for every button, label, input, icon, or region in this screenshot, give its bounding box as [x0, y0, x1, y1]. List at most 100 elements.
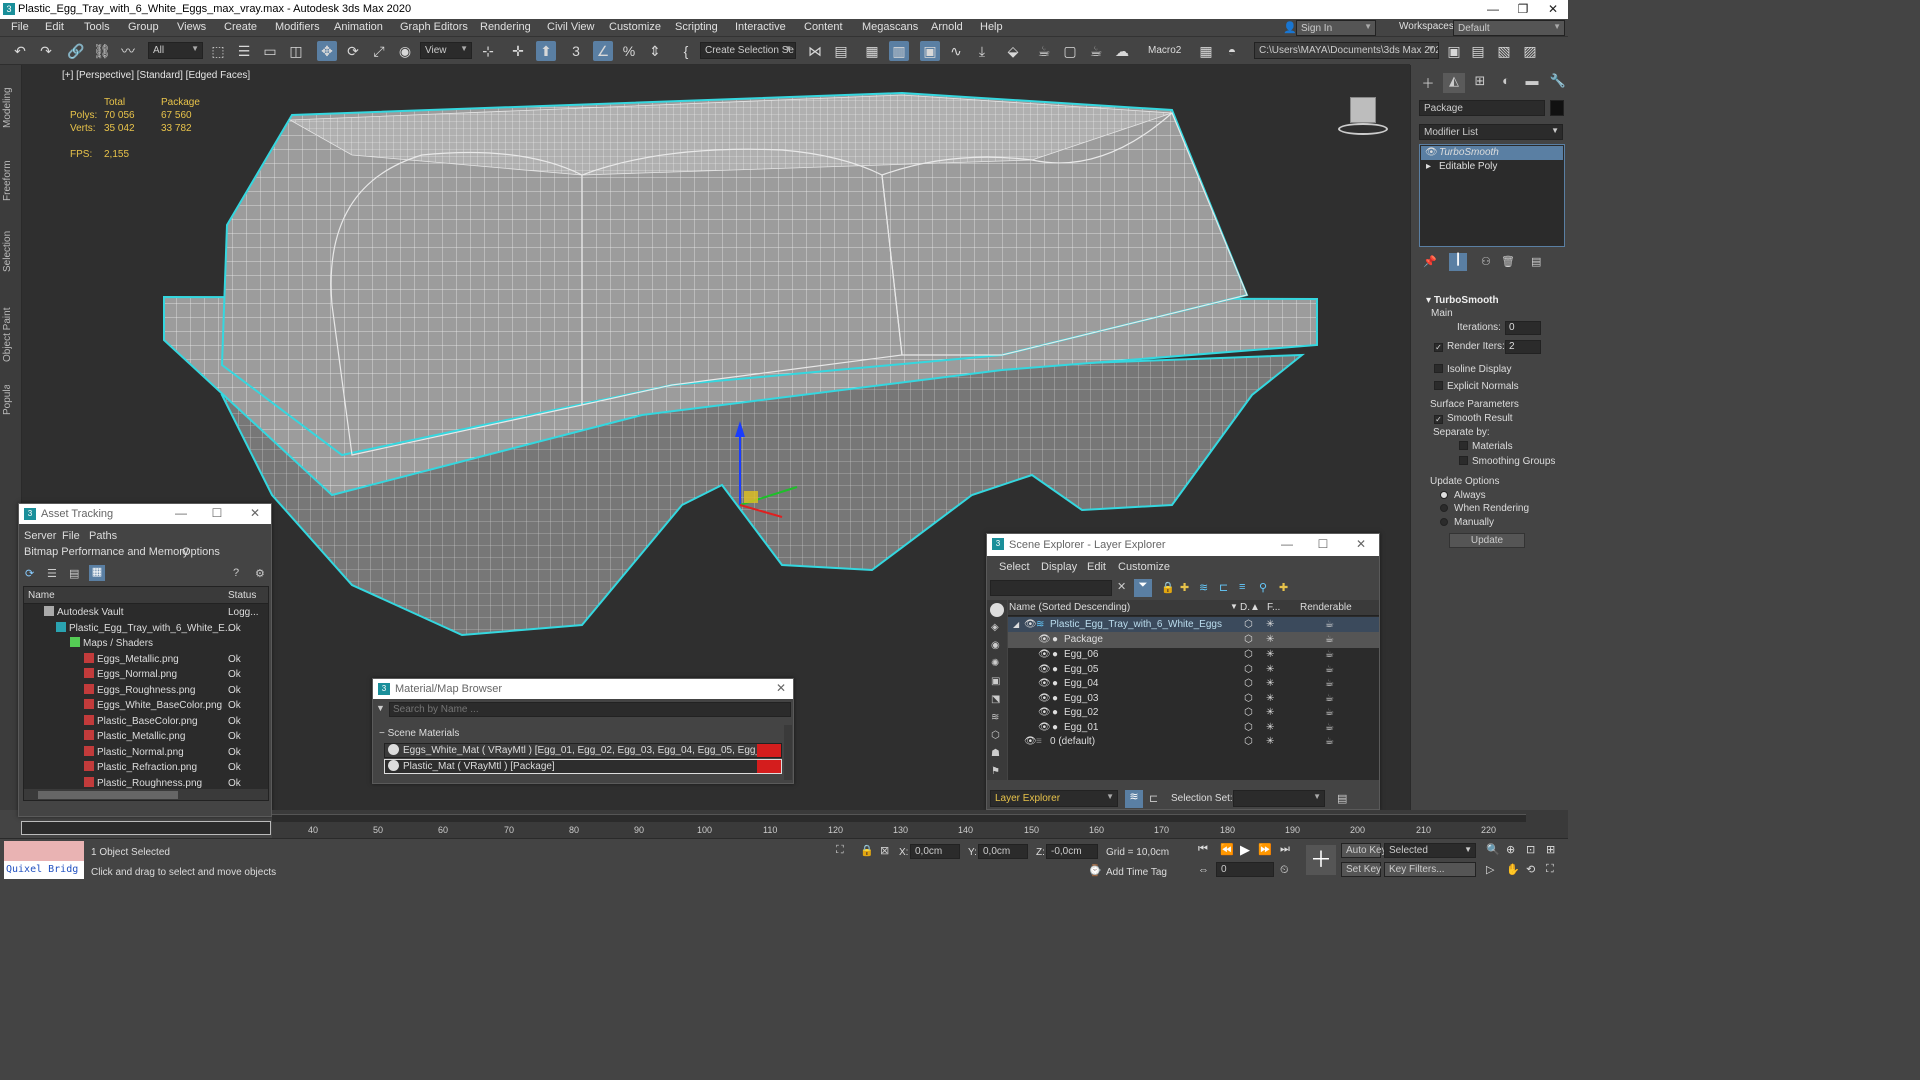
set-key-button[interactable]: Set Key: [1341, 862, 1381, 877]
renderable-icon[interactable]: ☕: [1325, 632, 1334, 647]
selection-lock-icon[interactable]: 🔒: [860, 844, 874, 857]
eye-icon[interactable]: 👁: [1024, 734, 1037, 749]
menu-tools[interactable]: Tools: [84, 21, 110, 33]
sort-arrow-icon[interactable]: ▼: [1230, 602, 1238, 611]
asset-row[interactable]: Plastic_Normal.png: [84, 745, 184, 761]
material-search-input[interactable]: [389, 702, 791, 717]
freeze-toggle-icon[interactable]: ✳: [1266, 720, 1274, 735]
freeze-toggle-icon[interactable]: ✳: [1266, 617, 1274, 632]
eye-icon[interactable]: 👁: [1038, 705, 1051, 720]
edit-named-selection-icon[interactable]: {: [676, 41, 696, 61]
menu-interactive[interactable]: Interactive: [735, 21, 786, 33]
curve-editor-icon[interactable]: ∿: [946, 41, 966, 61]
toggle-scene-explorer-icon[interactable]: ▦: [862, 41, 882, 61]
eye-icon[interactable]: 👁: [1038, 632, 1051, 647]
highlight-icon[interactable]: ✚: [1279, 581, 1288, 594]
tab-object-paint[interactable]: Object Paint: [2, 301, 20, 369]
remove-modifier-icon[interactable]: 🗑: [1501, 255, 1515, 268]
add-time-tag-label[interactable]: Add Time Tag: [1106, 867, 1167, 878]
zoom-extents-all-icon[interactable]: ⊞: [1546, 843, 1555, 856]
tab-modeling[interactable]: Modeling: [2, 77, 20, 139]
macro-grid-icon[interactable]: ▦: [1196, 41, 1216, 61]
expand-icon[interactable]: ▸: [1426, 160, 1431, 174]
display-toggle-icon[interactable]: ⬡: [1244, 617, 1253, 632]
material-browser-titlebar[interactable]: 3 Material/Map Browser ✕: [373, 679, 793, 699]
detail-view-icon[interactable]: ▤: [69, 567, 79, 580]
layers-toggle-icon[interactable]: ≋: [1125, 790, 1143, 808]
xref-icon[interactable]: ⚑: [991, 766, 1000, 777]
sign-in-dropdown[interactable]: Sign In ▼: [1296, 20, 1376, 36]
pin-stack-icon[interactable]: 📌: [1423, 255, 1437, 268]
bind-space-warp-icon[interactable]: 〰: [118, 41, 138, 61]
separate-smoothing-groups-checkbox[interactable]: Smoothing Groups: [1459, 456, 1555, 467]
project-open-icon[interactable]: ▨: [1520, 41, 1540, 61]
layers-icon[interactable]: ≋: [1199, 581, 1208, 594]
eye-icon[interactable]: 👁: [1038, 676, 1051, 691]
link-layers-icon[interactable]: ⚲: [1259, 581, 1267, 594]
scene-materials-group[interactable]: − Scene Materials: [379, 728, 459, 739]
asset-row[interactable]: Plastic_Egg_Tray_with_6_White_E...: [56, 621, 233, 637]
lights-icon[interactable]: ✺: [991, 658, 999, 669]
update-when-rendering-radio[interactable]: When Rendering: [1440, 503, 1529, 514]
asset-row[interactable]: Eggs_White_BaseColor.png: [84, 698, 222, 714]
goto-start-icon[interactable]: ⏮: [1198, 843, 1208, 856]
workspace-dropdown[interactable]: Default ▼: [1453, 20, 1565, 36]
make-unique-icon[interactable]: ⚇: [1481, 255, 1491, 268]
project-folder-dropdown[interactable]: C:\Users\MAYA\Documents\3ds Max 2020 ▼: [1254, 42, 1439, 59]
toggle-layer-explorer-icon[interactable]: ▥: [889, 41, 909, 61]
window-crossing-icon[interactable]: ◫: [286, 41, 306, 61]
snaps-toggle-icon[interactable]: 3: [566, 41, 586, 61]
explorer-menu-display[interactable]: Display: [1041, 561, 1077, 573]
freeze-toggle-icon[interactable]: ✳: [1266, 662, 1274, 677]
menu-civil-view[interactable]: Civil View: [547, 21, 594, 33]
absolute-transform-icon[interactable]: ⊠: [880, 844, 889, 857]
spinner-snap-icon[interactable]: ⇕: [645, 41, 665, 61]
time-tag-icon[interactable]: ⌚: [1088, 864, 1102, 877]
close-button[interactable]: ✕: [1538, 0, 1568, 19]
modifier-list-dropdown[interactable]: Modifier List ▼: [1419, 124, 1563, 140]
menu-graph-editors[interactable]: Graph Editors: [400, 21, 468, 33]
asset-row[interactable]: Eggs_Metallic.png: [84, 652, 179, 668]
menu-modifiers[interactable]: Modifiers: [275, 21, 320, 33]
display-toggle-icon[interactable]: ⬡: [1244, 647, 1253, 662]
display-all-icon[interactable]: [990, 603, 1004, 617]
layer-row[interactable]: ◢ 👁 ≋ Plastic_Egg_Tray_with_6_White_Eggs…: [1008, 617, 1379, 633]
select-by-name-icon[interactable]: ☰: [234, 41, 254, 61]
set-key-big-icon[interactable]: ＋: [1306, 845, 1336, 875]
asset-row[interactable]: Eggs_Normal.png: [84, 667, 177, 683]
render-setup-icon[interactable]: ☕: [1034, 41, 1054, 61]
browser-options-icon[interactable]: ▼: [376, 703, 385, 713]
renderable-icon[interactable]: ☕: [1325, 691, 1334, 706]
close-icon[interactable]: ✕: [245, 506, 265, 520]
helpers-icon[interactable]: ⬔: [991, 694, 1000, 705]
eye-icon[interactable]: 👁: [1038, 662, 1051, 677]
viewcube-compass-ring[interactable]: [1338, 123, 1388, 135]
display-toggle-icon[interactable]: ⬡: [1244, 662, 1253, 677]
col-display[interactable]: D.▲: [1240, 602, 1260, 613]
object-row-egg-06[interactable]: 👁 ● Egg_06 ⬡ ✳ ☕: [1008, 647, 1379, 663]
asset-row[interactable]: Plastic_Metallic.png: [84, 729, 185, 745]
selection-filter-dropdown[interactable]: All ▼: [148, 42, 203, 59]
col-name-sorted[interactable]: Name (Sorted Descending): [1009, 602, 1130, 613]
asset-menu-paths[interactable]: Paths: [89, 530, 117, 542]
goto-end-icon[interactable]: ⏭: [1280, 843, 1290, 856]
clear-search-icon[interactable]: ✕: [1117, 580, 1126, 593]
maximize-icon[interactable]: ☐: [1313, 537, 1333, 551]
material-item[interactable]: Plastic_Mat ( VRayMtl ) [Package]: [384, 759, 782, 774]
explorer-type-dropdown[interactable]: Layer Explorer ▼: [990, 790, 1118, 807]
display-toggle-icon[interactable]: ⬡: [1244, 734, 1253, 749]
render-iters-checkbox[interactable]: ✓ Render Iters:: [1434, 341, 1505, 352]
settings-icon[interactable]: ⚙: [255, 567, 265, 580]
lock-icon[interactable]: 🔒: [1161, 581, 1175, 594]
update-always-radio[interactable]: Always: [1440, 490, 1486, 501]
key-mode-icon[interactable]: ⇔: [1198, 864, 1209, 876]
project-folder-icon[interactable]: ▣: [1444, 41, 1464, 61]
explorer-menu-edit[interactable]: Edit: [1087, 561, 1106, 573]
object-row-egg-03[interactable]: 👁 ● Egg_03 ⬡ ✳ ☕: [1008, 691, 1379, 707]
freeze-toggle-icon[interactable]: ✳: [1266, 705, 1274, 720]
prev-frame-icon[interactable]: ⏪: [1220, 843, 1234, 856]
key-mode-dropdown[interactable]: Selected ▼: [1384, 843, 1476, 858]
viewcube-box[interactable]: [1350, 97, 1376, 123]
time-configuration-icon[interactable]: ⏲: [1280, 864, 1289, 877]
asset-menu-file[interactable]: File: [62, 530, 80, 542]
